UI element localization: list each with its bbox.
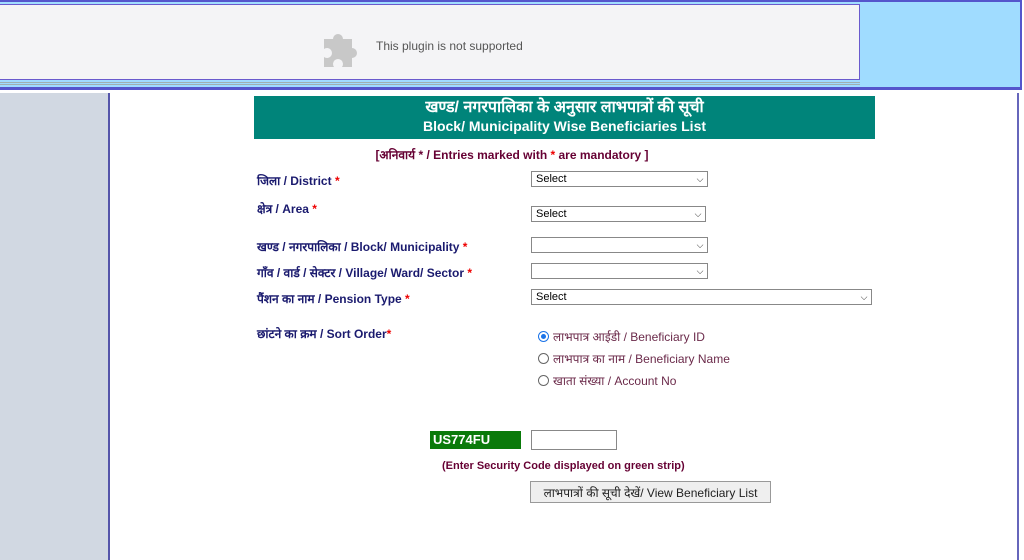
sort-order-label: छांटने का क्रम / Sort Order* [257, 325, 391, 342]
right-border [1017, 93, 1019, 560]
mandatory-note: [अनिवार्य * / Entries marked with * are … [0, 146, 1024, 163]
security-code-hint: (Enter Security Code displayed on green … [442, 460, 685, 472]
required-star: * [312, 202, 317, 216]
radio-unselected[interactable] [538, 375, 549, 386]
block-label: खण्ड / नगरपालिका / Block/ Municipality * [257, 238, 467, 255]
security-code-strip: US774FU [430, 431, 521, 449]
village-label: गाँव / वार्ड / सेक्टर / Village/ Ward/ S… [257, 264, 472, 281]
district-select[interactable]: Select ⌵ [531, 171, 708, 187]
chevron-down-icon: ⌵ [696, 265, 704, 276]
block-label-text: खण्ड / नगरपालिका / Block/ Municipality [257, 240, 460, 254]
village-select[interactable]: ⌵ [531, 263, 708, 279]
mandatory-note-prefix: [अनिवार्य * / Entries marked with [375, 148, 551, 162]
area-label-text: क्षेत्र / Area [257, 202, 309, 216]
security-code-input[interactable] [531, 430, 617, 450]
sort-option-account-no[interactable]: खाता संख्या / Account No [538, 372, 676, 389]
chevron-down-icon: ⌵ [696, 173, 704, 184]
required-star: * [462, 240, 468, 254]
required-star: * [334, 174, 340, 188]
required-star: * [386, 327, 392, 341]
page-header: खण्ड/ नगरपालिका के अनुसार लाभपात्रों की … [254, 96, 875, 139]
district-label-text: जिला / District [257, 174, 332, 188]
left-sidebar [0, 93, 110, 560]
district-label: जिला / District * [257, 172, 340, 189]
block-select[interactable]: ⌵ [531, 237, 708, 253]
view-beneficiary-list-button[interactable]: लाभपात्रों की सूची देखें/ View Beneficia… [530, 481, 771, 503]
plugin-placeholder: This plugin is not supported [0, 4, 860, 80]
sort-option-label: लाभपात्र का नाम / Beneficiary Name [553, 352, 730, 366]
sort-order-label-text: छांटने का क्रम / Sort Order [257, 327, 387, 341]
sort-option-label: खाता संख्या / Account No [553, 374, 677, 388]
plugin-divider [0, 82, 860, 85]
radio-unselected[interactable] [538, 353, 549, 364]
page-title-hindi: खण्ड/ नगरपालिका के अनुसार लाभपात्रों की … [425, 99, 704, 116]
pension-label-text: पैंशन का नाम / Pension Type [257, 292, 402, 306]
pension-type-select[interactable]: Select ⌵ [531, 289, 872, 305]
village-label-text: गाँव / वार्ड / सेक्टर / Village/ Ward/ S… [257, 266, 465, 280]
sort-option-label: लाभपात्र आईडी / Beneficiary ID [553, 330, 705, 344]
required-star: * [467, 266, 473, 280]
puzzle-piece-icon [324, 33, 357, 67]
area-select-value: Select [536, 208, 567, 220]
chevron-down-icon: ⌵ [696, 239, 704, 250]
required-star: * [405, 292, 410, 306]
radio-selected[interactable] [538, 331, 549, 342]
pension-select-value: Select [536, 291, 567, 303]
plugin-message: This plugin is not supported [376, 39, 523, 53]
chevron-down-icon: ⌵ [694, 208, 702, 219]
district-select-value: Select [536, 173, 567, 185]
sort-option-beneficiary-id[interactable]: लाभपात्र आईडी / Beneficiary ID [538, 328, 705, 345]
chevron-down-icon: ⌵ [860, 291, 868, 302]
area-select[interactable]: Select ⌵ [531, 206, 706, 222]
area-label: क्षेत्र / Area * [257, 200, 317, 217]
pension-label: पैंशन का नाम / Pension Type * [257, 290, 410, 307]
mandatory-note-suffix: are mandatory ] [555, 148, 649, 162]
page-title-english: Block/ Municipality Wise Beneficiaries L… [422, 118, 707, 134]
sort-option-beneficiary-name[interactable]: लाभपात्र का नाम / Beneficiary Name [538, 350, 730, 367]
